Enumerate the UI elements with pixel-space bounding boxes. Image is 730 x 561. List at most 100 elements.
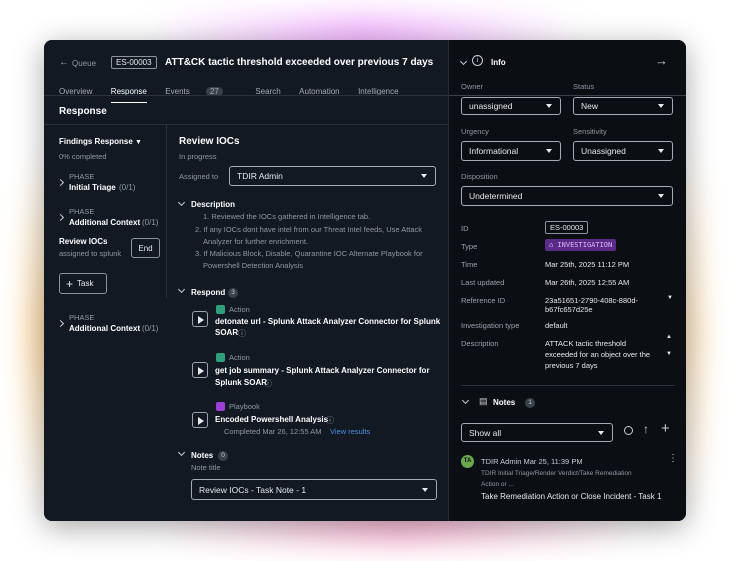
tab-divider	[44, 95, 448, 96]
owner-select[interactable]: unassigned	[461, 97, 561, 115]
caret-down-icon	[421, 174, 427, 178]
completion-text: 0% completed	[59, 152, 107, 161]
description-label: Description	[461, 339, 499, 348]
notes-icon: ▤	[479, 396, 488, 406]
action-type-icon	[216, 353, 225, 362]
collapse-panel-arrow-icon[interactable]: →	[655, 53, 668, 68]
phase-3-count: (0/1)	[142, 324, 159, 333]
run-playbook-icon[interactable]	[192, 412, 208, 428]
urgency-select[interactable]: Informational	[461, 141, 561, 161]
info-icon[interactable]: ⓘ	[264, 378, 272, 389]
owner-label: Owner	[461, 82, 484, 91]
investigation-type-value: default	[545, 321, 568, 330]
note-text[interactable]: Take Remediation Action or Close Inciden…	[481, 492, 661, 501]
investigation-window: ← Queue ES-00003 ATT&CK tactic threshold…	[44, 40, 686, 521]
sensitivity-label: Sensitivity	[573, 127, 607, 136]
playbook-type-label: Playbook	[229, 402, 260, 411]
assignee-select[interactable]: TDIR Admin	[229, 166, 436, 186]
caret-down-icon	[546, 149, 552, 153]
investigation-type-label: Investigation type	[461, 321, 520, 330]
reference-id-label: Reference ID	[461, 296, 506, 305]
notes-count: 1	[525, 398, 535, 408]
action-type-label: Action	[229, 353, 250, 362]
note-title-label: Note title	[191, 463, 221, 472]
status-label: Status	[573, 82, 595, 91]
add-task-button[interactable]: + Task	[59, 273, 107, 294]
playbook-type-icon	[216, 402, 225, 411]
note-menu-icon[interactable]: ⋮	[668, 453, 678, 464]
respond-label: Respond	[191, 288, 226, 297]
description-line: exceeded for an object over the	[545, 350, 651, 359]
notes-filter-select[interactable]: Show all	[461, 423, 613, 442]
caret-down-icon	[658, 104, 664, 108]
notes-filter-value: Show all	[469, 427, 502, 438]
urgency-value: Informational	[469, 146, 519, 156]
description-line: ATTACK tactic threshold	[545, 339, 626, 348]
status-select[interactable]: New	[573, 97, 673, 115]
phase-1-count: (0/1)	[119, 183, 136, 192]
response-heading: Response	[59, 106, 107, 117]
info-icon[interactable]: ⓘ	[326, 415, 334, 426]
phase-1-name[interactable]: Initial Triage	[69, 183, 116, 192]
end-button[interactable]: End	[131, 238, 160, 258]
action-name[interactable]: detonate url - Splunk Attack Analyzer Co…	[215, 317, 440, 326]
info-panel: i Info → Owner Status unassigned New Urg…	[448, 40, 686, 521]
description-item: 3. If Malicious Block, Disable, Quaranti…	[195, 249, 423, 258]
task-status: In progress	[179, 152, 217, 161]
last-updated-value: Mar 26th, 2025 12:55 AM	[545, 278, 630, 287]
description-item: 1. Reviewed the IOCs gathered in Intelli…	[203, 212, 371, 221]
notes-label: Notes	[191, 451, 214, 460]
caret-down-icon	[658, 194, 664, 198]
add-task-label: Task	[77, 279, 94, 288]
search-icon[interactable]	[624, 426, 633, 435]
reference-id-line: 23a51651-2790-408c-880d-	[545, 296, 638, 305]
action-name[interactable]: get job summary - Splunk Attack Analyzer…	[215, 366, 430, 375]
run-action-icon[interactable]	[192, 311, 208, 327]
queue-link[interactable]: Queue	[72, 59, 96, 68]
playbook-completed: Completed Mar 26, 12:55 AM	[224, 427, 322, 436]
info-header-divider	[449, 95, 686, 96]
response-divider	[44, 124, 448, 125]
info-icon[interactable]: ⓘ	[238, 328, 246, 339]
info-title: Info	[491, 58, 506, 67]
disposition-select[interactable]: Undetermined	[461, 186, 673, 206]
view-results-link[interactable]: View results	[330, 427, 370, 436]
page-title: ATT&CK tactic threshold exceeded over pr…	[165, 57, 434, 68]
phase-3-tag: PHASE	[69, 313, 95, 322]
reference-id-line: b67fc657d25e	[545, 305, 593, 314]
action-name-cont: Splunk SOAR	[215, 378, 268, 387]
phase-3-name[interactable]: Additional Context	[69, 324, 140, 333]
owner-value: unassigned	[469, 101, 513, 111]
phase-1-tag: PHASE	[69, 172, 95, 181]
time-value: Mar 25th, 2025 11:12 PM	[545, 260, 630, 269]
scroll-down-icon[interactable]: ▼	[666, 351, 672, 357]
sensitivity-select[interactable]: Unassigned	[573, 141, 673, 161]
sensitivity-value: Unassigned	[581, 146, 626, 156]
add-note-icon[interactable]: +	[661, 420, 670, 437]
playbook-name[interactable]: Encoded Powershell Analysis	[215, 415, 328, 424]
run-action-icon[interactable]	[192, 362, 208, 378]
scroll-up-icon[interactable]: ▲	[666, 334, 672, 340]
time-label: Time	[461, 260, 478, 269]
phase-column-divider	[166, 124, 167, 298]
avatar: TA	[461, 455, 474, 468]
notes-label: Notes	[493, 398, 516, 407]
notes-divider	[461, 385, 675, 386]
back-arrow-icon[interactable]: ←	[59, 57, 69, 68]
review-iocs-task[interactable]: Review IOCs	[59, 237, 107, 246]
phase-2-name[interactable]: Additional Context	[69, 218, 140, 227]
id-label: ID	[461, 224, 469, 233]
phase-2-tag: PHASE	[69, 207, 95, 216]
expand-caret-icon[interactable]: ▼	[667, 295, 673, 301]
note-author-time: TDIR Admin Mar 25, 11:39 PM	[481, 457, 583, 466]
note-title-select[interactable]: Review IOCs - Task Note - 1	[191, 479, 437, 500]
findings-response-dropdown[interactable]: Findings Response ▼	[59, 137, 142, 146]
respond-count: 3	[228, 288, 238, 298]
sort-up-icon[interactable]: ↑	[643, 422, 649, 436]
plus-icon: +	[66, 276, 74, 291]
caret-down-icon	[422, 487, 428, 492]
caret-down-icon	[658, 149, 664, 153]
notes-count: 0	[218, 451, 228, 461]
case-id-badge: ES-00003	[111, 56, 157, 69]
description-line: previous 7 days	[545, 361, 598, 370]
